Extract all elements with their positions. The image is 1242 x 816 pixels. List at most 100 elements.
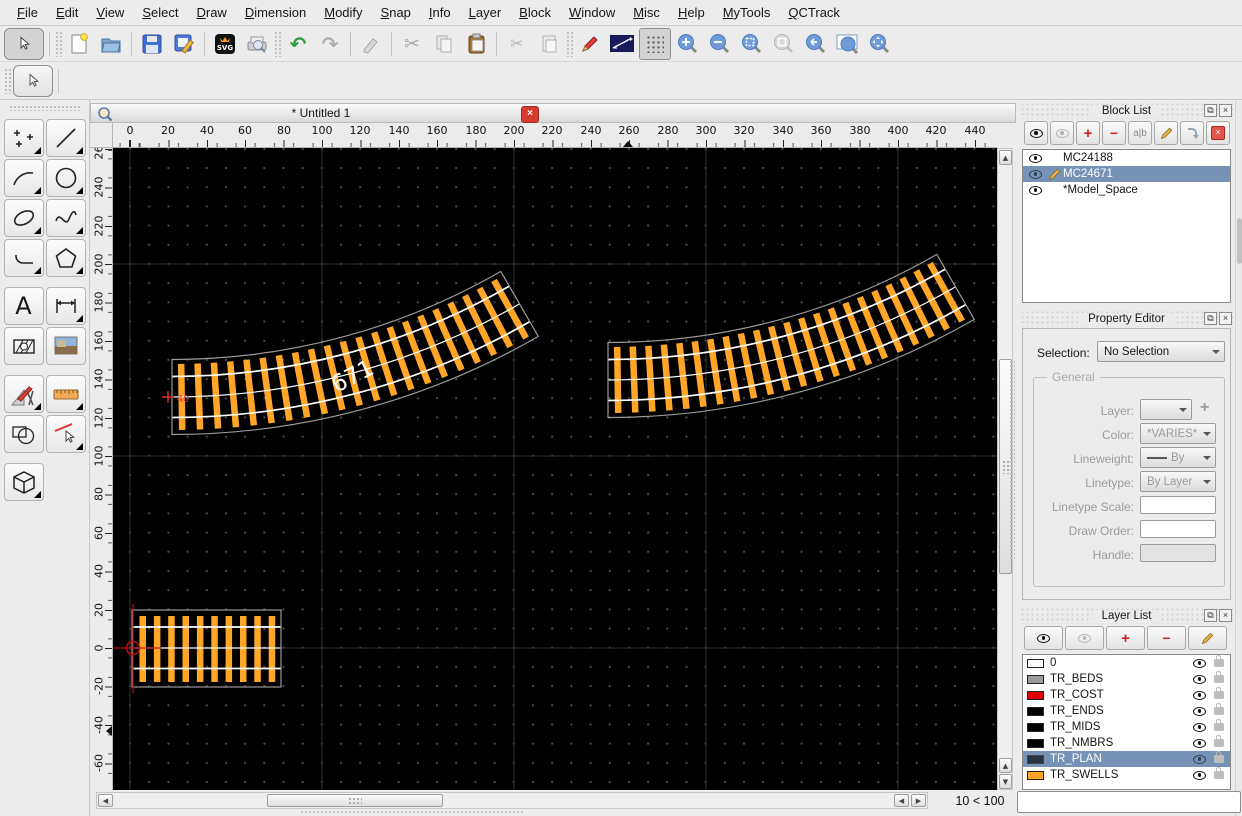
paste-button[interactable] — [461, 29, 491, 59]
layer-row[interactable]: TR_BEDS — [1023, 671, 1230, 687]
block-delete-button[interactable]: × — [1206, 121, 1230, 145]
lineweight-dropdown[interactable]: By — [1140, 447, 1216, 468]
menu-snap[interactable]: Snap — [372, 2, 420, 23]
zoom-out-button[interactable] — [705, 29, 735, 59]
open-file-button[interactable] — [96, 29, 126, 59]
export-svg-button[interactable]: SVG — [210, 29, 240, 59]
layer-hide-all-button[interactable] — [1065, 626, 1104, 650]
lock-icon[interactable] — [1214, 723, 1224, 731]
zoom-previous-button[interactable] — [769, 29, 799, 59]
layer-row-selected[interactable]: TR_PLAN — [1023, 751, 1230, 767]
polygon-tool-button[interactable] — [46, 239, 86, 277]
menu-dimension[interactable]: Dimension — [236, 2, 315, 23]
block-hide-all-button[interactable] — [1050, 121, 1074, 145]
redo-button[interactable]: ↷ — [315, 29, 345, 59]
eye-icon[interactable] — [1193, 659, 1206, 668]
layer-remove-button[interactable]: − — [1147, 626, 1186, 650]
dock-splitter[interactable] — [1009, 360, 1015, 560]
scroll-right-button[interactable]: ▶ — [911, 794, 926, 807]
lock-icon[interactable] — [1214, 691, 1224, 699]
menu-window[interactable]: Window — [560, 2, 624, 23]
ruler-tool-button[interactable] — [46, 375, 86, 413]
eye-icon[interactable] — [1193, 739, 1206, 748]
undo-button[interactable]: ↶ — [283, 29, 313, 59]
eye-icon[interactable] — [1193, 723, 1206, 732]
paste-with-reference-button[interactable] — [534, 29, 564, 59]
layer-list-float-button[interactable]: ⧉ — [1204, 609, 1217, 622]
scroll-up-button[interactable]: ▲ — [999, 150, 1012, 165]
eye-icon[interactable] — [1029, 154, 1042, 163]
scroll-up-button-2[interactable]: ▲ — [999, 758, 1012, 773]
menu-view[interactable]: View — [87, 2, 133, 23]
property-editor-float-button[interactable]: ⧉ — [1204, 312, 1217, 325]
selection-dropdown[interactable]: No Selection — [1097, 341, 1225, 362]
block-list-float-button[interactable]: ⧉ — [1204, 104, 1217, 117]
select-tool-button[interactable] — [4, 28, 44, 60]
delete-button[interactable] — [356, 29, 386, 59]
zoom-auto-button[interactable] — [737, 29, 767, 59]
document-close-button[interactable]: × — [521, 106, 539, 123]
lock-icon[interactable] — [1214, 755, 1224, 763]
drafting-tools-button[interactable] — [4, 375, 44, 413]
linetype-dropdown[interactable]: By Layer — [1140, 471, 1216, 492]
lock-icon[interactable] — [1214, 739, 1224, 747]
menu-qctrack[interactable]: QCTrack — [779, 2, 849, 23]
text-tool-button[interactable]: A — [4, 287, 44, 325]
lock-icon[interactable] — [1214, 675, 1224, 683]
arc-tool-button[interactable] — [4, 159, 44, 197]
selection-pointer-button[interactable] — [13, 65, 53, 97]
drawing-canvas[interactable]: 40 671 — [113, 148, 997, 790]
dock-scroll-thumb[interactable] — [1237, 218, 1242, 264]
zoom-pan-button[interactable] — [865, 29, 895, 59]
color-dropdown[interactable]: *VARIES* — [1140, 423, 1216, 444]
save-as-button[interactable] — [169, 29, 199, 59]
layer-row[interactable]: TR_ENDS — [1023, 703, 1230, 719]
print-preview-button[interactable] — [242, 29, 272, 59]
menu-mytools[interactable]: MyTools — [714, 2, 780, 23]
cut-button[interactable]: ✂ — [397, 29, 427, 59]
layer-row[interactable]: TR_MIDS — [1023, 719, 1230, 735]
block-insert-button[interactable] — [1180, 121, 1204, 145]
zoom-back-button[interactable] — [801, 29, 831, 59]
canvas-horizontal-scrollbar[interactable]: ◀ ◀ ▶ — [96, 792, 928, 809]
block-add-button[interactable]: + — [1076, 121, 1100, 145]
layer-add-button[interactable]: + — [1200, 399, 1209, 417]
block-rename-button[interactable]: a|b — [1128, 121, 1152, 145]
modify-tool-button[interactable] — [46, 415, 86, 453]
new-file-button[interactable] — [64, 29, 94, 59]
lock-icon[interactable] — [1214, 659, 1224, 667]
menu-block[interactable]: Block — [510, 2, 560, 23]
layer-list-close-button[interactable]: × — [1219, 609, 1232, 622]
property-editor-close-button[interactable]: × — [1219, 312, 1232, 325]
layer-edit-button[interactable] — [1188, 626, 1227, 650]
ellipse-tool-button[interactable] — [4, 199, 44, 237]
horizontal-scroll-thumb[interactable] — [267, 794, 443, 807]
block-show-all-button[interactable] — [1024, 121, 1048, 145]
layer-row[interactable]: TR_SWELLS — [1023, 767, 1230, 783]
polyline-tool-button[interactable] — [4, 239, 44, 277]
block-row-selected[interactable]: MC24671 — [1023, 166, 1230, 182]
block-row[interactable]: *Model_Space — [1023, 182, 1230, 198]
point-tool-button[interactable] — [4, 119, 44, 157]
block-edit-button[interactable] — [1154, 121, 1178, 145]
eye-icon[interactable] — [1193, 691, 1206, 700]
menu-edit[interactable]: Edit — [47, 2, 87, 23]
cut-with-reference-button[interactable]: ✂ — [502, 29, 532, 59]
block-list-close-button[interactable]: × — [1219, 104, 1232, 117]
menu-layer[interactable]: Layer — [460, 2, 511, 23]
scroll-left-button[interactable]: ◀ — [98, 794, 113, 807]
save-button[interactable] — [137, 29, 167, 59]
block-row[interactable]: MC24188 — [1023, 150, 1230, 166]
block-remove-button[interactable]: − — [1102, 121, 1126, 145]
menu-draw[interactable]: Draw — [187, 2, 235, 23]
eye-icon[interactable] — [1193, 675, 1206, 684]
eye-icon[interactable] — [1029, 170, 1042, 179]
layer-add-button[interactable]: + — [1106, 626, 1145, 650]
layer-dropdown[interactable] — [1140, 399, 1192, 420]
linetype-scale-input[interactable] — [1140, 496, 1216, 514]
menu-file[interactable]: File — [8, 2, 47, 23]
layer-row[interactable]: 0 — [1023, 655, 1230, 671]
dimension-tool-button[interactable] — [46, 287, 86, 325]
command-line-input[interactable] — [1017, 791, 1241, 813]
menu-select[interactable]: Select — [133, 2, 187, 23]
